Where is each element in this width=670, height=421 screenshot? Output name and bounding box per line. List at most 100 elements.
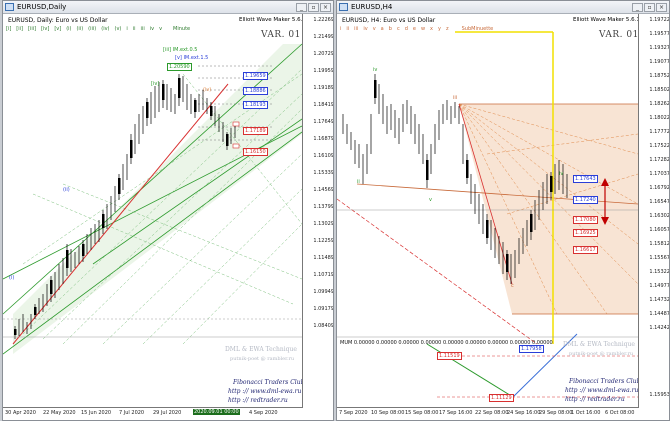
time-tick: 24 Sep 16:00	[507, 410, 541, 416]
price-tick: 1.11489	[313, 255, 334, 261]
degree-label[interactable]: iii	[354, 26, 358, 32]
right-time-scale[interactable]: 7 Sep 2020 10 Sep 08:00 15 Sep 08:00 17 …	[337, 407, 638, 420]
degree-label[interactable]: [ii]	[16, 26, 23, 32]
left-time-scale[interactable]: 30 Apr 2020 22 May 2020 15 Jun 2020 7 Ju…	[3, 407, 302, 420]
right-wave-degree-labels[interactable]: i ii iii iv v a b c d e w x y z SubMinue…	[340, 26, 498, 32]
price-tick: 1.16879	[313, 136, 334, 142]
close-button[interactable]: ×	[320, 3, 331, 12]
signature-url-1: http :// www.dml-ewa.ru	[228, 388, 302, 395]
degree-label[interactable]: (ii)	[76, 26, 83, 32]
price-tick: 1.18022	[649, 115, 670, 121]
maximize-button[interactable]: ▫	[308, 3, 319, 12]
price-tick: 1.17282	[649, 157, 670, 163]
degree-label[interactable]: ii	[346, 26, 349, 32]
degree-label[interactable]: SubMinuette	[462, 26, 494, 32]
time-tick: 1 Oct 16:00	[571, 410, 601, 416]
price-tick: 1.15339	[313, 170, 334, 176]
chart-window-icon	[5, 3, 14, 11]
wave-label: v	[429, 197, 432, 203]
wave-label: [iii] IM.ext.0.5	[163, 47, 198, 53]
degree-label[interactable]: a	[381, 26, 384, 32]
degree-label[interactable]: Minute	[173, 26, 190, 32]
time-tick: 15 Jun 2020	[81, 410, 112, 416]
degree-label[interactable]: (i)	[66, 26, 71, 32]
minimize-button[interactable]: _	[296, 3, 307, 12]
degree-label[interactable]: i	[126, 26, 127, 32]
price-tick: 1.16547	[649, 199, 670, 205]
signature-club: Fibonacci Traders Club	[569, 378, 641, 385]
degree-label[interactable]: [iv]	[41, 26, 49, 32]
price-tick: 1.14732	[649, 297, 670, 303]
price-tick: 1.19577	[649, 31, 670, 37]
price-tick: 1.16792	[649, 185, 670, 191]
degree-label[interactable]: iii	[141, 26, 145, 32]
right-price-chart[interactable]	[337, 14, 638, 408]
price-tick: 1.18752	[649, 73, 670, 79]
price-tick: 1.08409	[313, 323, 334, 329]
degree-label[interactable]: z	[446, 26, 449, 32]
price-tick: 1.15322	[649, 269, 670, 275]
right-chart-window[interactable]: EURUSD,H4 _ ▫ × i ii iii iv v a b c d e …	[336, 0, 670, 421]
price-tick: 1.15953	[649, 392, 670, 398]
signature-url-2: http :// redtrader.ru	[228, 397, 288, 404]
degree-label[interactable]: iv	[150, 26, 154, 32]
wave-label: c	[511, 283, 514, 289]
indicator-level-label: 1.11129	[489, 394, 514, 402]
wave-label: (ii)	[63, 187, 70, 193]
price-tick: 1.22269	[313, 17, 334, 23]
close-button[interactable]: ×	[656, 3, 667, 12]
degree-label[interactable]: d	[405, 26, 408, 32]
wave-label: iii	[453, 95, 458, 101]
maximize-button[interactable]: ▫	[644, 3, 655, 12]
degree-label[interactable]: b	[389, 26, 392, 32]
right-window-title: EURUSD,H4	[351, 3, 393, 11]
degree-label[interactable]: ii	[133, 26, 136, 32]
price-tick: 1.14242	[649, 325, 670, 331]
time-tick: 4 Sep 2020	[249, 410, 278, 416]
degree-label[interactable]: v	[373, 26, 376, 32]
time-tick: 7 Sep 2020	[339, 410, 368, 416]
price-tick: 1.14569	[313, 187, 334, 193]
minimize-button[interactable]: _	[632, 3, 643, 12]
degree-label[interactable]: iv	[363, 26, 367, 32]
indicator-level-label: 1.11519	[437, 352, 462, 360]
time-tick: 29 Sep 08:00	[539, 410, 573, 416]
degree-label[interactable]: e	[413, 26, 416, 32]
left-wave-degree-labels[interactable]: [i] [ii] [iii] [iv] [v] (i) (ii) (iii) (…	[6, 26, 195, 32]
price-tick: 1.19189	[313, 85, 334, 91]
right-variant-label: VAR. 01	[599, 30, 639, 40]
right-symbol-info: EURUSD, H4: Euro vs US Dollar	[342, 17, 436, 24]
degree-label[interactable]: c	[397, 26, 400, 32]
price-tick: 1.15567	[649, 255, 670, 261]
price-tick: 1.18502	[649, 87, 670, 93]
degree-label[interactable]: i	[340, 26, 341, 32]
left-variant-label: VAR. 01	[261, 30, 301, 40]
signature-url-1: http :// www.dml-ewa.ru	[565, 387, 639, 394]
wave-label: (i)	[9, 275, 15, 281]
right-price-scale[interactable]: 1.19722 1.19577 1.19327 1.19077 1.18752 …	[638, 14, 670, 408]
right-ewm-label: Elliott Wave Maker 5.6.1.5	[573, 17, 646, 23]
degree-label[interactable]: v	[159, 26, 162, 32]
price-tick: 1.19722	[649, 17, 670, 23]
time-tick: 7 Jul 2020	[119, 410, 145, 416]
degree-label[interactable]: y	[438, 26, 441, 32]
degree-label[interactable]: [iii]	[28, 26, 36, 32]
degree-label[interactable]: (iii)	[88, 26, 96, 32]
degree-label[interactable]: (iv)	[101, 26, 109, 32]
left-price-scale[interactable]: 1.22269 1.21499 1.20729 1.19959 1.19189 …	[302, 14, 334, 408]
wave-label: (iv)	[203, 87, 212, 93]
degree-label[interactable]: (v)	[115, 26, 122, 32]
right-window-titlebar[interactable]: EURUSD,H4 _ ▫ ×	[337, 1, 669, 14]
price-level-label: 1.17189	[243, 127, 268, 135]
chart-window-icon	[339, 3, 348, 11]
left-window-titlebar[interactable]: EURUSD,Daily _ ▫ ×	[3, 1, 333, 14]
price-tick: 1.19959	[313, 68, 334, 74]
degree-label[interactable]: [i]	[6, 26, 11, 32]
left-chart-window[interactable]: EURUSD,Daily _ ▫ × [i] [ii] [iii] [iv] […	[2, 0, 334, 421]
time-cursor-tick: 2020.09.01 00:00	[193, 409, 240, 415]
degree-label[interactable]: [v]	[54, 26, 61, 32]
price-tick: 1.16057	[649, 227, 670, 233]
degree-label[interactable]: w	[421, 26, 425, 32]
indicator-level-label: 1.17958	[519, 345, 544, 353]
degree-label[interactable]: x	[430, 26, 433, 32]
